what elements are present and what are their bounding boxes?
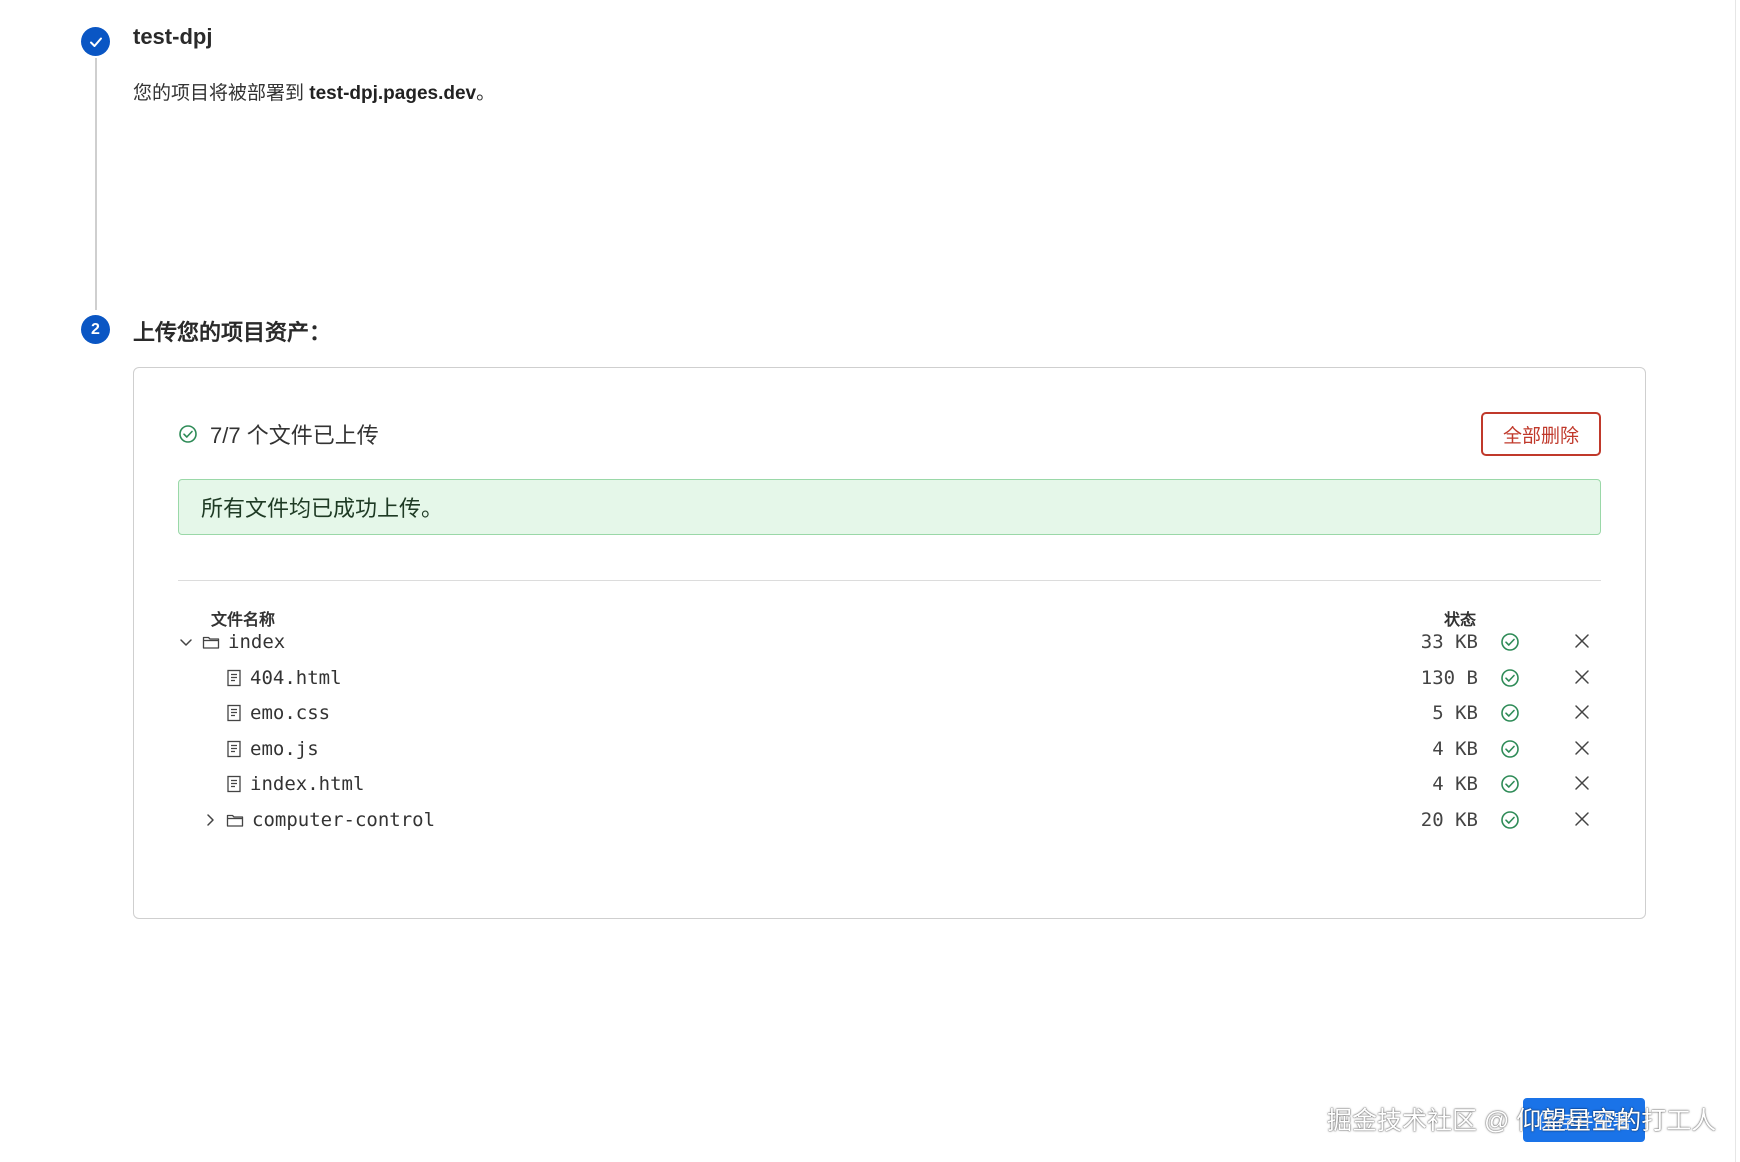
file-icon [226,775,242,793]
checkmark-icon [89,35,103,49]
file-size: 33 KB [1420,631,1478,653]
watermark: 掘金技术社区 @ 仰望星空的打工人 [1327,1107,1717,1135]
upload-success-icon [1500,774,1520,794]
step1-title: test-dpj [133,24,213,49]
file-name-cell: computer-control [202,809,435,831]
file-name[interactable]: 404.html [250,667,342,689]
step-connector-line [95,58,97,310]
file-row: index 33 KB [134,624,1645,660]
step1-description: 您的项目将被部署到 test-dpj.pages.dev。 [133,78,495,105]
remove-file-icon[interactable] [1573,632,1591,650]
upload-success-icon [1500,703,1520,723]
file-row: computer-control 20 KB [134,802,1645,838]
file-name[interactable]: computer-control [252,809,435,831]
file-size: 4 KB [1432,773,1478,795]
remove-file-icon[interactable] [1573,739,1591,757]
file-icon [226,704,242,722]
chevron-down-icon[interactable] [178,634,194,650]
step2-number-badge: 2 [81,315,110,344]
file-name-cell: index [178,631,285,653]
upload-card: 7/7 个文件已上传 全部删除 所有文件均已成功上传。 文件名称 状态 inde… [133,367,1646,919]
upload-success-icon [1500,668,1520,688]
upload-success-icon [1500,810,1520,830]
remove-file-icon[interactable] [1573,703,1591,721]
remove-file-icon[interactable] [1573,810,1591,828]
step1-complete-badge [81,27,110,56]
remove-file-icon[interactable] [1573,668,1591,686]
upload-summary-text: 7/7 个文件已上传 [210,423,379,448]
file-icon [226,740,242,758]
file-size: 5 KB [1432,702,1478,724]
success-banner: 所有文件均已成功上传。 [178,479,1601,535]
file-name-cell: index.html [202,773,364,795]
deploy-desc-suffix: 。 [476,83,496,104]
file-row: emo.css 5 KB [134,695,1645,731]
file-name[interactable]: emo.js [250,738,319,760]
folder-icon [226,812,244,828]
file-size: 4 KB [1432,737,1478,760]
upload-success-icon [1500,632,1520,652]
file-row: 404.html 130 B [134,660,1645,696]
circle-check-icon [178,424,198,444]
divider [178,580,1601,581]
file-name-cell: emo.js [202,738,319,760]
file-name-cell: 404.html [202,667,342,689]
file-icon [226,669,242,687]
file-name-cell: emo.css [202,702,330,724]
deploy-desc-prefix: 您的项目将被部署到 [133,83,310,104]
delete-all-button[interactable]: 全部删除 [1481,412,1601,456]
file-name[interactable]: index.html [250,773,364,795]
scrollbar[interactable] [1735,0,1736,1162]
step2-title: 上传您的项目资产： [133,320,332,345]
page: test-dpj 您的项目将被部署到 test-dpj.pages.dev。 2… [0,0,1740,1162]
upload-success-icon [1500,739,1520,759]
file-size: 130 B [1420,666,1478,689]
file-name[interactable]: emo.css [250,702,330,724]
file-row: emo.js 4 KB [134,731,1645,767]
upload-summary: 7/7 个文件已上传 [178,418,379,450]
file-size: 20 KB [1420,808,1478,831]
file-row: index.html 4 KB [134,766,1645,802]
chevron-right-icon[interactable] [202,812,218,828]
deploy-domain: test-dpj.pages.dev [309,83,477,104]
remove-file-icon[interactable] [1573,774,1591,792]
folder-icon [202,634,220,650]
file-name[interactable]: index [228,631,285,653]
